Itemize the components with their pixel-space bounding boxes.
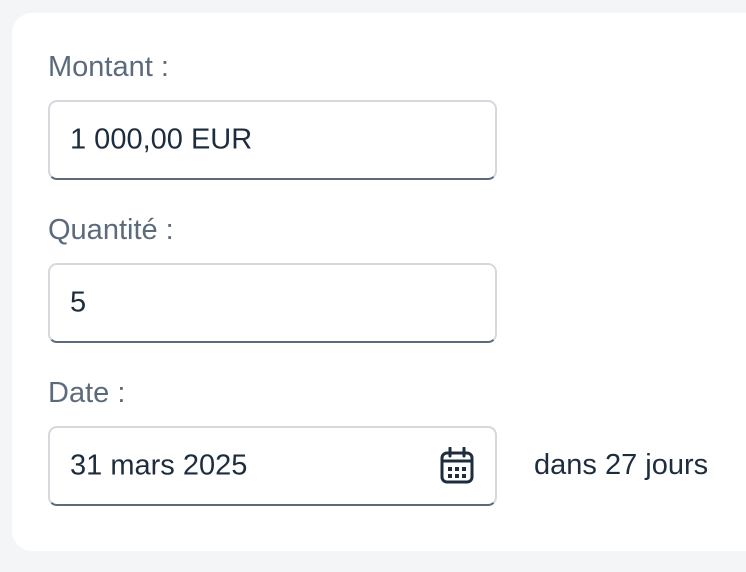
date-value: 31 mars 2025 [70, 449, 248, 482]
quantity-value: 5 [70, 286, 87, 319]
quantity-label: Quantité : [48, 214, 174, 246]
form-card: Montant : 1 000,00 EUR Quantité : 5 Date… [12, 13, 746, 551]
date-label: Date : [48, 377, 126, 409]
calendar-icon[interactable] [439, 446, 475, 485]
date-input[interactable]: 31 mars 2025 [48, 426, 497, 506]
date-relative-text: dans 27 jours [534, 449, 709, 481]
amount-label: Montant : [48, 51, 169, 83]
amount-value: 1 000,00 EUR [70, 123, 253, 156]
amount-input[interactable]: 1 000,00 EUR [48, 100, 497, 180]
quantity-input[interactable]: 5 [48, 263, 497, 343]
